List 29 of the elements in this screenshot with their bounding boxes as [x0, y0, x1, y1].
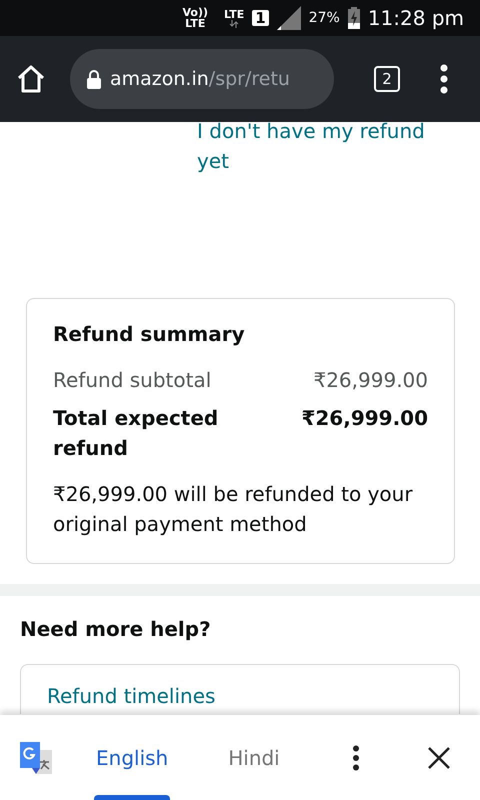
menu-icon[interactable] — [440, 64, 448, 94]
refund-link[interactable]: I don't have my refund yet — [197, 116, 457, 176]
more-options-icon[interactable] — [352, 744, 360, 770]
lock-icon — [86, 69, 102, 89]
card-title: Refund summary — [53, 321, 246, 348]
volte-label: Vo)) — [182, 7, 208, 18]
battery-percent: 27% — [308, 8, 340, 28]
row-amount: ₹26,999.00 — [301, 405, 428, 432]
url-text: amazon.in/spr/retu — [110, 66, 290, 92]
data-arrows-icon — [229, 20, 240, 28]
language-tab[interactable]: English — [94, 715, 170, 800]
row-label: Total expected refund — [53, 405, 220, 462]
address-bar[interactable]: amazon.in/spr/retu — [70, 49, 334, 109]
row-label: Refund subtotal — [53, 367, 212, 394]
tab-count-button[interactable]: 2 — [374, 66, 400, 92]
translate-icon[interactable] — [20, 742, 52, 774]
language-tab[interactable]: Hindi — [226, 715, 282, 800]
battery-charging-icon — [348, 7, 360, 29]
signal-icon — [276, 6, 301, 30]
row-amount: ₹26,999.00 — [313, 367, 428, 394]
help-link-card[interactable]: Refund timelines — [20, 664, 460, 714]
close-icon[interactable] — [428, 746, 450, 768]
clock: 11:28 pm — [368, 5, 464, 32]
volte-label: LTE — [185, 18, 206, 29]
network-label: LTE — [224, 8, 244, 20]
help-heading: Need more help? — [20, 616, 212, 643]
refund-note: ₹26,999.00 will be refunded to your original payment method — [53, 481, 414, 538]
sim-badge: 1 — [252, 10, 269, 26]
home-icon[interactable] — [16, 65, 46, 93]
